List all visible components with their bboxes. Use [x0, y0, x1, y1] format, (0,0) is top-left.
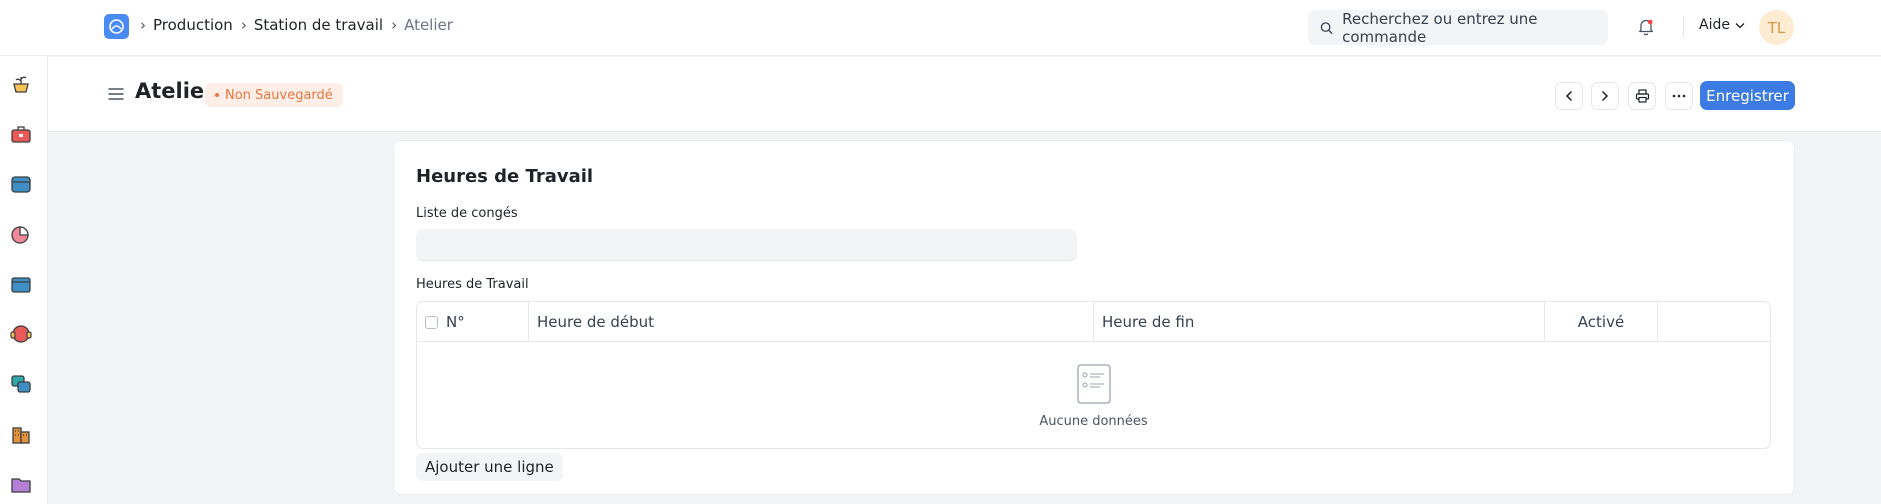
- column-enabled: Activé: [1545, 302, 1658, 342]
- breadcrumb-current[interactable]: Atelier: [404, 16, 453, 34]
- column-start-time: Heure de début: [529, 302, 1094, 342]
- top-navbar: › Production › Station de travail › Atel…: [0, 0, 1881, 56]
- save-button[interactable]: Enregistrer: [1700, 81, 1795, 110]
- column-actions: [1658, 302, 1770, 342]
- app-sidebar: [0, 56, 48, 504]
- chevron-down-icon: [1735, 22, 1745, 28]
- holiday-list-label: Liste de congés: [416, 206, 518, 221]
- column-start-time-label: Heure de début: [537, 313, 655, 331]
- table-header: N° Heure de début Heure de fin Activé: [417, 302, 1770, 342]
- chevron-right-icon: ›: [391, 16, 398, 34]
- inbox-icon[interactable]: [9, 272, 33, 296]
- more-options-button[interactable]: [1665, 82, 1693, 110]
- page-head: Atelier Non Sauvegardé Enregistrer: [48, 57, 1881, 132]
- breadcrumb-production[interactable]: Production: [153, 16, 233, 34]
- status-dot-icon: [215, 93, 219, 97]
- plant-pot-icon[interactable]: [9, 72, 33, 96]
- more-horizontal-icon: [1672, 94, 1686, 98]
- column-enabled-label: Activé: [1577, 313, 1625, 331]
- avatar[interactable]: TL: [1759, 10, 1794, 45]
- notification-bell-icon[interactable]: [1637, 17, 1655, 41]
- page-title: Atelier: [135, 79, 215, 103]
- status-badge: Non Sauvegardé: [205, 83, 343, 107]
- search-icon: [1320, 21, 1333, 34]
- support-headset-icon[interactable]: [9, 322, 33, 346]
- column-end-time: Heure de fin: [1094, 302, 1545, 342]
- chevron-right-icon: ›: [140, 16, 146, 34]
- empty-state: Aucune données: [417, 342, 1770, 448]
- print-button[interactable]: [1628, 82, 1656, 110]
- breadcrumb-station[interactable]: Station de travail: [254, 16, 383, 34]
- empty-state-text: Aucune données: [1039, 413, 1148, 429]
- app-logo-icon[interactable]: [104, 14, 129, 39]
- working-hours-table: N° Heure de début Heure de fin Activé Au…: [416, 301, 1771, 449]
- chevron-right-icon: [1601, 90, 1609, 102]
- hamburger-menu-icon[interactable]: [108, 87, 124, 101]
- status-label: Non Sauvegardé: [225, 87, 333, 103]
- previous-button[interactable]: [1555, 82, 1583, 110]
- chevron-right-icon: ›: [240, 16, 247, 34]
- chat-bubbles-icon[interactable]: [9, 372, 33, 396]
- breadcrumb: › Production › Station de travail › Atel…: [140, 16, 461, 34]
- cash-box-icon[interactable]: [9, 172, 33, 196]
- search-placeholder: Recherchez ou entrez une commande: [1342, 9, 1538, 46]
- section-title: Heures de Travail: [416, 166, 594, 187]
- search-input[interactable]: Recherchez ou entrez une commande: [1308, 9, 1608, 46]
- working-hours-table-label: Heures de Travail: [416, 277, 529, 292]
- add-row-button[interactable]: Ajouter une ligne: [416, 453, 563, 481]
- help-dropdown[interactable]: Aide: [1699, 17, 1745, 33]
- folder-icon[interactable]: [9, 472, 33, 496]
- buildings-icon[interactable]: [9, 422, 33, 446]
- empty-list-icon: [1076, 363, 1111, 404]
- toolbox-icon[interactable]: [9, 122, 33, 146]
- help-label: Aide: [1699, 17, 1730, 33]
- select-all-checkbox[interactable]: [425, 315, 438, 329]
- chevron-left-icon: [1565, 90, 1573, 102]
- next-button[interactable]: [1591, 82, 1619, 110]
- column-number-label: N°: [446, 313, 465, 331]
- column-end-time-label: Heure de fin: [1102, 313, 1195, 331]
- column-number: N°: [417, 302, 529, 342]
- printer-icon: [1635, 89, 1649, 103]
- form-card: Heures de Travail Liste de congés Heures…: [393, 140, 1795, 495]
- pie-chart-icon[interactable]: [9, 222, 33, 246]
- navbar-divider: [1683, 16, 1684, 38]
- holiday-list-input[interactable]: [416, 229, 1077, 261]
